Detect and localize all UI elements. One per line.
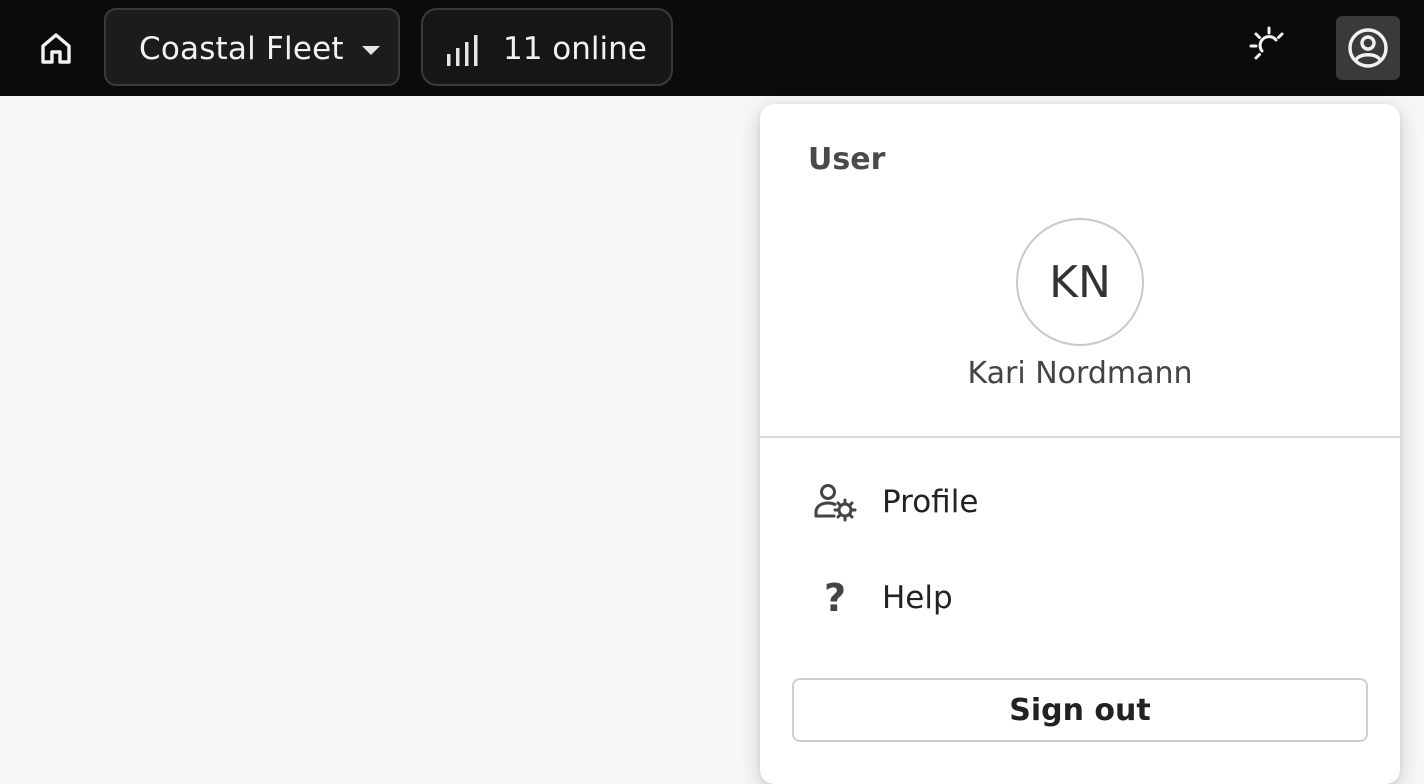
question-icon: ? [823, 576, 847, 620]
user-name: Kari Nordmann [967, 356, 1193, 391]
sun-moon-icon [1249, 26, 1291, 65]
menu-divider [760, 436, 1400, 438]
menu-item-help[interactable]: ? Help [808, 566, 1368, 630]
account-circle-icon [1348, 28, 1388, 68]
home-button[interactable] [30, 24, 82, 72]
account-menu-button[interactable] [1336, 16, 1400, 80]
user-section-title: User [808, 142, 886, 177]
signal-bars-icon [447, 35, 478, 66]
sign-out-button[interactable]: Sign out [792, 678, 1368, 742]
menu-item-help-label: Help [882, 580, 953, 616]
user-menu-panel: User KN Kari Nordmann Profile ? Help Sig… [760, 104, 1400, 784]
menu-item-profile-label: Profile [882, 484, 979, 520]
user-settings-icon [814, 484, 857, 522]
caret-down-icon [362, 46, 380, 55]
fleet-selector-value: Coastal Fleet [139, 31, 344, 67]
home-icon [41, 33, 71, 64]
online-status-chip[interactable]: 11 online [421, 8, 673, 86]
avatar: KN [1016, 218, 1144, 346]
theme-toggle-button[interactable] [1244, 22, 1298, 74]
top-navigation-bar: Coastal Fleet 11 online [0, 0, 1424, 96]
menu-item-profile[interactable]: Profile [808, 470, 1368, 534]
fleet-selector[interactable]: Coastal Fleet [104, 8, 400, 86]
avatar-initials: KN [1049, 256, 1111, 308]
online-count-label: 11 online [503, 31, 647, 67]
